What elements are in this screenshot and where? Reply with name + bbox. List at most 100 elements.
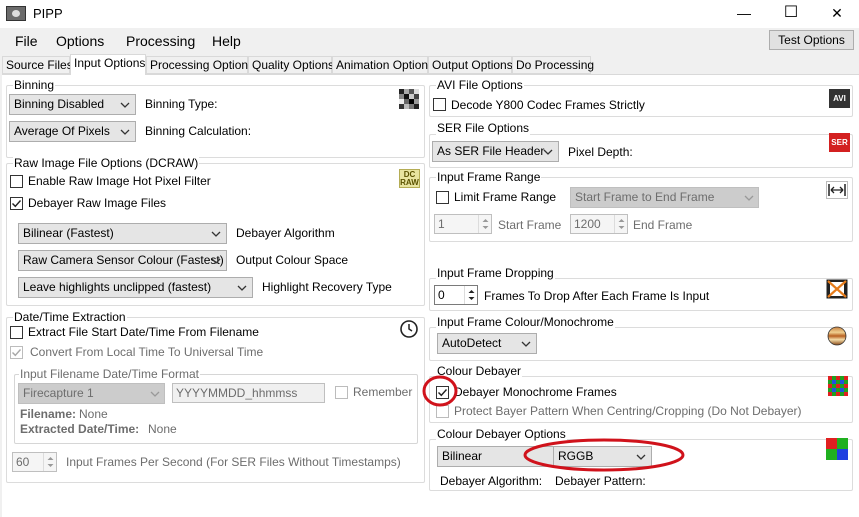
app-icon: [6, 6, 26, 21]
close-button[interactable]: ✕: [814, 0, 859, 28]
chevron-down-icon: [211, 231, 221, 237]
extracted-datetime-label: Extracted Date/Time:: [20, 422, 140, 436]
binning-calc-combo[interactable]: Average Of Pixels: [9, 121, 136, 142]
chevron-down-icon: [543, 149, 553, 155]
datetime-title: Date/Time Extraction: [13, 310, 127, 324]
menu-options[interactable]: Options: [56, 33, 104, 49]
debayer-algorithm-combo[interactable]: Bilinear (Fastest): [18, 223, 227, 244]
spin-arrows-icon: [618, 219, 625, 229]
dcraw-icon-line-2: RAW: [400, 178, 419, 187]
minimize-button[interactable]: —: [721, 0, 767, 28]
remember-label: Remember: [353, 385, 413, 399]
checkmark-icon: [12, 349, 22, 357]
chevron-down-icon: [521, 341, 531, 347]
annotation-circle-pattern: [523, 438, 685, 472]
end-frame-value: 1200: [574, 217, 601, 231]
chevron-down-icon: [211, 258, 221, 264]
filename-format-text[interactable]: YYYYMMDD_hhmmss: [172, 383, 325, 403]
tab-processing-options[interactable]: Processing Options: [146, 56, 254, 74]
frame-dropping-title: Input Frame Dropping: [436, 266, 555, 280]
chevron-down-icon: [237, 285, 247, 291]
ser-icon: SER: [829, 133, 850, 152]
extracted-datetime-value: None: [148, 422, 177, 436]
planet-icon: [827, 326, 847, 346]
highlight-recovery-combo[interactable]: Leave highlights unclipped (fastest): [18, 277, 253, 298]
frames-drop-value: 0: [438, 288, 445, 302]
highlight-recovery-label: Highlight Recovery Type: [262, 280, 392, 294]
tab-output-options[interactable]: Output Options: [428, 56, 513, 74]
fps-spinner[interactable]: [43, 453, 56, 471]
fps-value: 60: [16, 455, 30, 469]
dcraw-icon: DC RAW: [399, 169, 420, 188]
start-frame-spinner[interactable]: [478, 215, 491, 233]
binning-type-label: Binning Type:: [145, 97, 218, 111]
binning-calc-label: Binning Calculation:: [145, 124, 252, 138]
checkmark-icon: [12, 200, 22, 208]
decode-y800-label: Decode Y800 Codec Frames Strictly: [451, 98, 645, 112]
annotation-circle-checkbox: [422, 375, 458, 407]
menu-processing[interactable]: Processing: [126, 33, 195, 49]
ser-title: SER File Options: [436, 121, 531, 135]
menu-help[interactable]: Help: [212, 33, 241, 49]
frames-drop-label: Frames To Drop After Each Frame Is Input: [484, 289, 710, 303]
maximize-button[interactable]: ☐: [768, 0, 814, 28]
raw-options-title: Raw Image File Options (DCRAW): [13, 156, 200, 170]
menu-file[interactable]: File: [15, 33, 38, 49]
binning-type-combo[interactable]: Binning Disabled: [9, 94, 136, 115]
debayer-raw-checkbox[interactable]: [10, 197, 23, 210]
frame-range-icon: [826, 181, 848, 199]
avi-title: AVI File Options: [436, 78, 524, 92]
fps-label: Input Frames Per Second (For SER Files W…: [66, 455, 401, 469]
debayer-raw-label: Debayer Raw Image Files: [28, 196, 167, 210]
filename-value: None: [79, 407, 108, 421]
filename-format-title: Input Filename Date/Time Format: [19, 367, 200, 381]
tab-input-options[interactable]: Input Options: [70, 54, 146, 75]
end-frame-spinner[interactable]: [614, 215, 627, 233]
filename-label: Filename:: [20, 407, 77, 421]
pixel-depth-combo[interactable]: As SER File Header: [432, 141, 559, 162]
debayer-mono-label: Debayer Monochrome Frames: [454, 385, 617, 399]
extract-datetime-checkbox[interactable]: [10, 326, 23, 339]
start-frame-label: Start Frame: [498, 218, 562, 232]
frame-drop-icon: [826, 279, 848, 299]
frame-range-title: Input Frame Range: [436, 170, 542, 184]
spin-arrows-icon: [482, 219, 489, 229]
binning-pixels-icon: [399, 89, 419, 109]
test-options-button[interactable]: Test Options: [769, 30, 854, 50]
frames-drop-spinner[interactable]: [464, 286, 477, 304]
hot-pixel-checkbox[interactable]: [10, 175, 23, 188]
extract-datetime-label: Extract File Start Date/Time From Filena…: [28, 325, 259, 339]
chevron-down-icon: [120, 129, 130, 135]
tab-quality-options[interactable]: Quality Options: [248, 56, 334, 74]
output-colour-combo[interactable]: Raw Camera Sensor Colour (Fastest): [18, 250, 227, 271]
output-colour-label: Output Colour Space: [236, 253, 349, 267]
debayer-pattern-label: Debayer Pattern:: [555, 474, 646, 488]
colour-mono-title: Input Frame Colour/Monochrome: [436, 315, 615, 329]
tab-animation-options[interactable]: Animation Options: [332, 56, 434, 74]
decode-y800-checkbox[interactable]: [433, 98, 446, 111]
rgb-pattern-icon: [826, 438, 848, 460]
convert-utc-label: Convert From Local Time To Universal Tim…: [30, 345, 264, 359]
spin-arrows-icon: [468, 290, 475, 300]
tab-source-files[interactable]: Source Files: [2, 56, 73, 74]
end-frame-label: End Frame: [633, 218, 693, 232]
clock-icon: [400, 320, 418, 338]
filename-format-combo[interactable]: Firecapture 1: [18, 383, 165, 404]
chevron-down-icon: [120, 102, 130, 108]
limit-frame-range-label: Limit Frame Range: [454, 190, 557, 204]
convert-utc-checkbox[interactable]: [10, 346, 23, 359]
debayer-algo-label: Debayer Algorithm:: [440, 474, 543, 488]
chevron-down-icon: [150, 391, 160, 397]
pixel-depth-label: Pixel Depth:: [568, 145, 633, 159]
hot-pixel-label: Enable Raw Image Hot Pixel Filter: [28, 174, 211, 188]
protect-bayer-label: Protect Bayer Pattern When Centring/Crop…: [454, 404, 802, 418]
tab-do-processing[interactable]: Do Processing: [512, 56, 594, 74]
remember-checkbox[interactable]: [335, 386, 348, 399]
limit-frame-range-checkbox[interactable]: [436, 191, 449, 204]
bayer-pattern-icon: [828, 376, 848, 396]
avi-icon: AVI: [829, 89, 850, 108]
debayer-algorithm-label: Debayer Algorithm: [236, 226, 335, 240]
chevron-down-icon: [744, 195, 754, 201]
binning-title: Binning: [13, 78, 56, 92]
frame-range-combo[interactable]: Start Frame to End Frame: [570, 187, 759, 208]
